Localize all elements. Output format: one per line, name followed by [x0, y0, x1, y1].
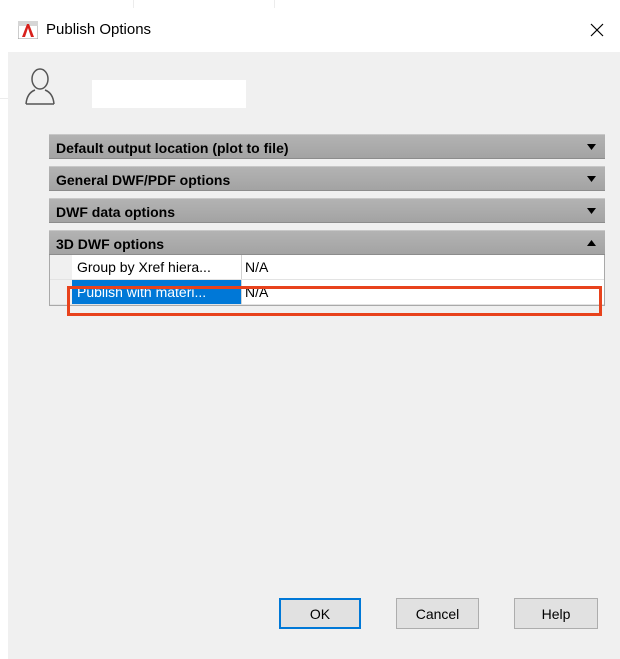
property-row-publish-with-materials[interactable]: Publish with materi... N/A	[50, 280, 604, 305]
property-grid: Default output location (plot to file) G…	[49, 134, 605, 306]
chevron-down-icon	[587, 144, 596, 150]
user-name-field[interactable]	[92, 80, 246, 108]
section-default-output-location[interactable]: Default output location (plot to file)	[49, 134, 605, 159]
row-gutter	[50, 255, 72, 279]
section-label: DWF data options	[56, 204, 175, 220]
section-label: 3D DWF options	[56, 236, 165, 252]
window-title: Publish Options	[46, 21, 152, 38]
section-3d-dwf-rows: Group by Xref hiera... N/A Publish with …	[49, 255, 605, 306]
section-general-dwf-pdf-options[interactable]: General DWF/PDF options	[49, 166, 605, 191]
title-bar: Publish Options	[8, 8, 620, 52]
property-value[interactable]: N/A	[242, 255, 604, 279]
property-value[interactable]: N/A	[242, 280, 604, 304]
property-name: Group by Xref hiera...	[72, 255, 242, 279]
chevron-down-icon	[587, 176, 596, 182]
property-name: Publish with materi...	[72, 280, 242, 304]
ok-button[interactable]: OK	[279, 598, 361, 629]
section-3d-dwf-options[interactable]: 3D DWF options	[49, 230, 605, 255]
section-label: General DWF/PDF options	[56, 172, 231, 188]
section-dwf-data-options[interactable]: DWF data options	[49, 198, 605, 223]
cancel-button[interactable]: Cancel	[396, 598, 479, 629]
autocad-app-icon	[18, 21, 38, 39]
chevron-down-icon	[587, 208, 596, 214]
chevron-up-icon	[587, 240, 596, 246]
help-button[interactable]: Help	[514, 598, 598, 629]
property-row-group-by-xref[interactable]: Group by Xref hiera... N/A	[50, 255, 604, 280]
close-button[interactable]	[574, 8, 620, 52]
section-label: Default output location (plot to file)	[56, 140, 289, 156]
row-gutter	[50, 280, 72, 304]
user-icon	[25, 68, 55, 105]
publish-options-dialog: Publish Options Default output location …	[8, 8, 620, 659]
close-icon	[590, 23, 604, 37]
